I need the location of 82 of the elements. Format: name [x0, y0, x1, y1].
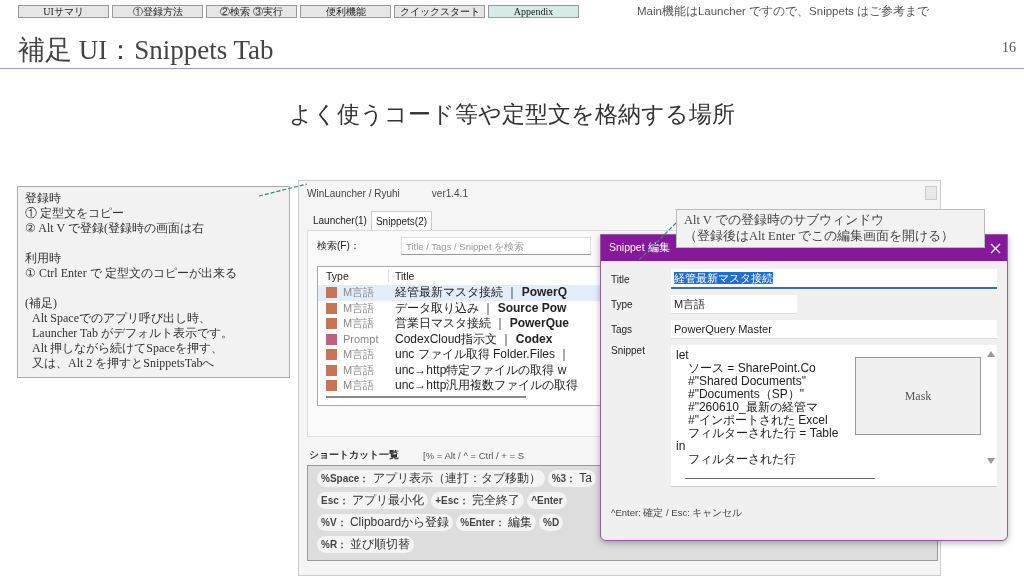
- table-cell: CodexCloud指示文 ｜ Codex: [395, 330, 553, 348]
- shortcut-chip: %Enter： 編集: [456, 514, 537, 531]
- snippet-editor[interactable]: let ソース = SharePoint.Co #"Shared Documents" #"Documents（SP）" #"260610_最新の経管マ #"インポートされた Excel フィルターされた行 = Table in フィルターされた行 Mask: [671, 345, 997, 487]
- slide-subtitle: よく使うコード等や定型文を格納する場所: [288, 100, 736, 129]
- field-label: Snippet: [611, 345, 646, 356]
- table-cell-text: M言語: [342, 300, 376, 316]
- note-heading: 登録時: [25, 191, 62, 206]
- shortcut-legend: [% = Alt / ^ = Ctrl / + = S: [423, 449, 525, 461]
- shortcut-chip: %3： Ta: [547, 470, 596, 487]
- table-cell: 営業日マスタ接続 ｜ PowerQue: [395, 315, 570, 333]
- table-cell: データ取り込み ｜ Source Pow: [395, 299, 567, 317]
- field-label: Tags: [611, 324, 634, 335]
- field-label: Title: [611, 273, 631, 285]
- table-cell: unc→http特定ファイルの取得 w: [395, 361, 567, 379]
- leader-line: [258, 183, 308, 197]
- table-cell: unc ファイル取得 Folder.Files ｜: [395, 346, 571, 364]
- text-field[interactable]: PowerQuery Master: [671, 320, 997, 339]
- table-cell-text: M言語: [342, 347, 376, 363]
- shortcut-chip: %V： Clipboardから登録: [317, 514, 454, 531]
- scrollbar-thumb[interactable]: [326, 396, 526, 398]
- note-text: Launcher Tab がデフォルト表示です。: [31, 326, 234, 341]
- note-text: ② Alt V で登録(登録時の画面は右: [25, 221, 205, 236]
- note-text: Alt Spaceでのアプリ呼び出し時、: [31, 311, 212, 326]
- column-header: Title: [394, 270, 415, 282]
- shortcut-chip: Esc： アプリ最小化: [317, 492, 429, 509]
- table-cell-text: M言語: [342, 362, 376, 378]
- nav-tab[interactable]: Appendix: [488, 4, 579, 18]
- nav-tab[interactable]: ①登録方法: [112, 4, 203, 18]
- scrollbar-thumb[interactable]: [685, 477, 875, 479]
- table-cell-text: M言語: [342, 285, 376, 301]
- code-line: フィルターされた行 = Table: [688, 427, 839, 440]
- section-title: ショートカット一覧: [309, 448, 400, 462]
- table-cell-text: M言語: [342, 316, 376, 332]
- note-heading: (補足): [25, 296, 58, 311]
- tab[interactable]: Launcher(1): [309, 211, 371, 230]
- shortcut-chip: %Space： アプリ表示（連打：タブ移動）: [317, 470, 545, 487]
- page-number: 16: [1002, 40, 1016, 57]
- code-line: ソース = SharePoint.Co: [688, 362, 816, 375]
- callout-text: （登録後はAlt Enter でこの編集画面を開ける）: [684, 228, 956, 244]
- scroll-up-icon[interactable]: [987, 351, 995, 357]
- column-header: Type: [318, 270, 389, 282]
- mask-label: Mask: [904, 389, 932, 403]
- dialog-hint: ^Enter: 確定 / Esc: キャンセル: [611, 507, 744, 520]
- note-text: ① 定型文をコピー: [25, 206, 125, 221]
- field-value: M言語: [674, 298, 706, 310]
- shortcut-chip: ^Enter: [527, 492, 567, 509]
- version-label: ver1.4.1: [431, 187, 468, 199]
- slide-title: 補足 UI：Snippets Tab: [18, 34, 274, 67]
- shortcut-chip: +Esc： 完全終了: [431, 492, 525, 509]
- code-line: #"260610_最新の経管マ: [688, 401, 818, 414]
- nav-tab[interactable]: ②検索 ③実行: [206, 4, 297, 18]
- table-cell: 経管最新マスタ接続 ｜ PowerQ: [395, 284, 568, 302]
- note-text: Alt 押しながら続けてSpaceを押す、: [31, 341, 224, 356]
- code-line: #"インポートされた Excel: [688, 414, 828, 427]
- field-label: Type: [611, 299, 634, 310]
- table-cell-text: Prompt: [342, 333, 380, 346]
- header-note: Main機能はLauncher ですので、Snippets はご参考まで: [637, 3, 930, 19]
- close-icon[interactable]: [990, 242, 1001, 254]
- text-field[interactable]: M言語: [671, 295, 797, 314]
- nav-tab[interactable]: UIサマリ: [18, 4, 109, 18]
- code-line: #"Shared Documents": [688, 375, 806, 388]
- note-text: ① Ctrl Enter で 定型文のコピーが出来る: [25, 266, 238, 281]
- table-cell-text: M言語: [342, 378, 376, 394]
- note-text: 又は、Alt 2 を押すとSnippetsTabへ: [31, 356, 216, 371]
- field-value: PowerQuery Master: [674, 323, 772, 335]
- table-cell: unc→http汎用複数ファイルの取得: [395, 377, 579, 395]
- nav-tab[interactable]: クイックスタート: [394, 4, 485, 18]
- tab[interactable]: Snippets(2): [370, 211, 433, 230]
- search-label: 検索(F)：: [317, 239, 361, 253]
- code-line: in: [676, 440, 686, 453]
- nav-tab[interactable]: 便利機能: [300, 4, 391, 18]
- text-field[interactable]: 経管最新マスタ接続: [671, 269, 997, 289]
- shortcut-chip: %D: [539, 514, 564, 531]
- search-field[interactable]: Title / Tags / Snippet を検索: [401, 237, 591, 255]
- note-heading: 利用時: [25, 251, 62, 266]
- callout-text: Alt V での登録時のサブウィンドウ: [684, 212, 885, 228]
- shortcut-chip: %R： 並び順切替: [317, 536, 415, 553]
- scroll-down-icon[interactable]: [987, 458, 995, 464]
- window-title: WinLauncher / Ryuhi: [307, 187, 400, 199]
- code-line: let: [676, 349, 689, 362]
- code-line: フィルターされた行: [688, 453, 796, 466]
- code-line: #"Documents（SP）": [688, 388, 804, 401]
